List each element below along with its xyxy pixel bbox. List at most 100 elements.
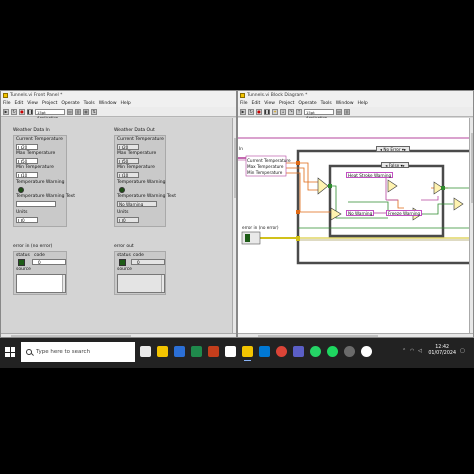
ei-code-input[interactable]: 0 [32,259,66,265]
menu-project[interactable]: Project [42,101,57,106]
excel-icon[interactable] [191,346,202,357]
eo-source-scrollbar[interactable] [161,275,164,292]
case-tunnel-c[interactable] [328,184,332,188]
front-panel-hscroll[interactable] [1,333,236,337]
menu-file[interactable]: File [3,101,11,106]
error-case-selector[interactable]: ◂ No Error ▾▸ [376,146,410,152]
unbundle-max-temp: Max Temperature [247,164,284,169]
bd-font-select[interactable]: 15pt Application Font [304,108,334,125]
menu-view[interactable]: View [27,101,38,106]
taskbar-search-box[interactable]: Type here to search [21,342,135,362]
greater-than-function-icon[interactable] [317,177,329,195]
wi-warning-led[interactable] [18,187,24,193]
select-function-a-icon[interactable] [387,179,398,193]
notification-icon[interactable]: ▢ [460,348,465,354]
ei-source-scrollbar[interactable] [62,275,65,292]
bd-menu-project[interactable]: Project [279,101,294,106]
bd-menu-file[interactable]: File [240,101,248,106]
powerpoint-icon[interactable] [208,346,219,357]
bd-align-icon[interactable]: ▤ [336,108,342,115]
min-temp-wire[interactable] [286,172,331,213]
ei-source-input[interactable] [16,274,66,293]
resize-icon[interactable]: ▦ [83,108,89,115]
menu-edit[interactable]: Edit [15,101,24,106]
wi-units-label: Units [16,210,28,215]
case-tunnel-b[interactable] [296,210,300,214]
run-arrow-icon[interactable]: ▶ [3,108,9,115]
wi-units-input[interactable]: 0 [16,217,38,223]
align-icon[interactable]: ▤ [67,108,73,115]
inner-numeric-wire-a[interactable] [388,199,404,209]
network-icon[interactable]: ◠ [410,348,414,354]
case-tunnel-d[interactable] [441,186,445,190]
eo-code-indicator: 0 [131,259,165,265]
menu-window[interactable]: Window [99,101,117,106]
error-in-terminal[interactable] [241,231,261,245]
bd-distribute-icon[interactable]: ▥ [344,108,350,115]
task-view-icon[interactable] [140,346,151,357]
chrome-icon[interactable] [276,346,287,357]
no-warning-constant[interactable]: No Warning [346,210,375,216]
taskbar-clock[interactable]: 12:42 01/07/2024 [428,345,456,357]
block-diagram-vscroll[interactable] [469,118,473,337]
bd-run-arrow-icon[interactable]: ▶ [240,108,246,115]
tray-chevron-icon[interactable]: ⌃ [402,348,406,354]
highlight-execution-icon[interactable]: ✦ [272,108,278,115]
run-continuous-icon[interactable]: ↻ [11,108,17,115]
font-select[interactable]: 15pt Application Font [35,108,65,125]
wo-current-temp-label: Current Temperature [117,137,164,142]
wi-current-temp-input[interactable]: 20 [16,144,38,150]
step-out-icon[interactable]: ↑ [296,108,302,115]
block-diagram-hscroll[interactable] [238,333,473,337]
step-into-icon[interactable]: ↓ [280,108,286,115]
wi-warning-text-input[interactable] [16,201,56,207]
weather-in-cluster[interactable]: Current Temperature 20 Max Temperature 5… [13,135,75,227]
distribute-icon[interactable]: ▥ [75,108,81,115]
spotify-icon[interactable] [327,346,338,357]
media-player-icon[interactable] [344,346,355,357]
abort-icon[interactable]: ● [19,108,25,115]
teams-icon[interactable] [293,346,304,357]
front-panel-titlebar[interactable]: Tunnels.vi Front Panel * [1,91,236,100]
pause-icon[interactable]: ❚❚ [27,108,33,115]
bd-menu-view[interactable]: View [264,101,275,106]
whatsapp-icon[interactable] [310,346,321,357]
inner-case-selector[interactable]: ◂ False ▾▸ [381,162,409,168]
wi-min-temp-input[interactable]: 10 [16,172,38,178]
case-tunnel-a[interactable] [296,161,300,165]
bd-abort-icon[interactable]: ● [256,108,262,115]
output-select-icon[interactable] [453,197,464,211]
block-diagram-titlebar[interactable]: Tunnels.vi Block Diagram * [238,91,473,100]
freeze-warning-constant[interactable]: Freeze Warning [386,210,423,216]
current-temp-wire[interactable] [286,162,318,191]
word-icon[interactable] [174,346,185,357]
bool-wire-c[interactable] [418,203,453,215]
labview-window-icon[interactable] [242,346,253,361]
bd-pause-icon[interactable]: ❚❚ [264,108,270,115]
bd-menu-help[interactable]: Help [358,101,368,106]
edge-icon[interactable] [259,346,270,357]
error-tunnel-in[interactable] [296,236,300,241]
string-wire-freeze[interactable] [421,196,439,201]
ei-status-checkbox[interactable] [18,259,25,266]
menu-operate[interactable]: Operate [61,101,79,106]
volume-icon[interactable]: ◁ [418,348,422,354]
heat-warning-constant[interactable]: Heat Stroke Warning [346,172,394,178]
labview-taskbar-icon[interactable] [225,346,236,357]
bd-menu-window[interactable]: Window [336,101,354,106]
bd-menu-edit[interactable]: Edit [252,101,261,106]
play-icon[interactable] [361,346,372,357]
max-temp-wire[interactable] [286,167,318,183]
wi-max-temp-input[interactable]: 50 [16,158,38,164]
reorder-icon[interactable]: ⇅ [91,108,97,115]
error-in-cluster[interactable]: status code 0 source [13,251,67,295]
bd-run-continuous-icon[interactable]: ↻ [248,108,254,115]
menu-tools[interactable]: Tools [84,101,95,106]
windows-start-icon[interactable] [5,347,15,357]
menu-help[interactable]: Help [121,101,131,106]
step-over-icon[interactable]: ↷ [288,108,294,115]
bd-menu-tools[interactable]: Tools [321,101,332,106]
front-panel-vscroll[interactable] [232,118,236,337]
file-explorer-icon[interactable] [157,346,168,357]
bd-menu-operate[interactable]: Operate [298,101,316,106]
